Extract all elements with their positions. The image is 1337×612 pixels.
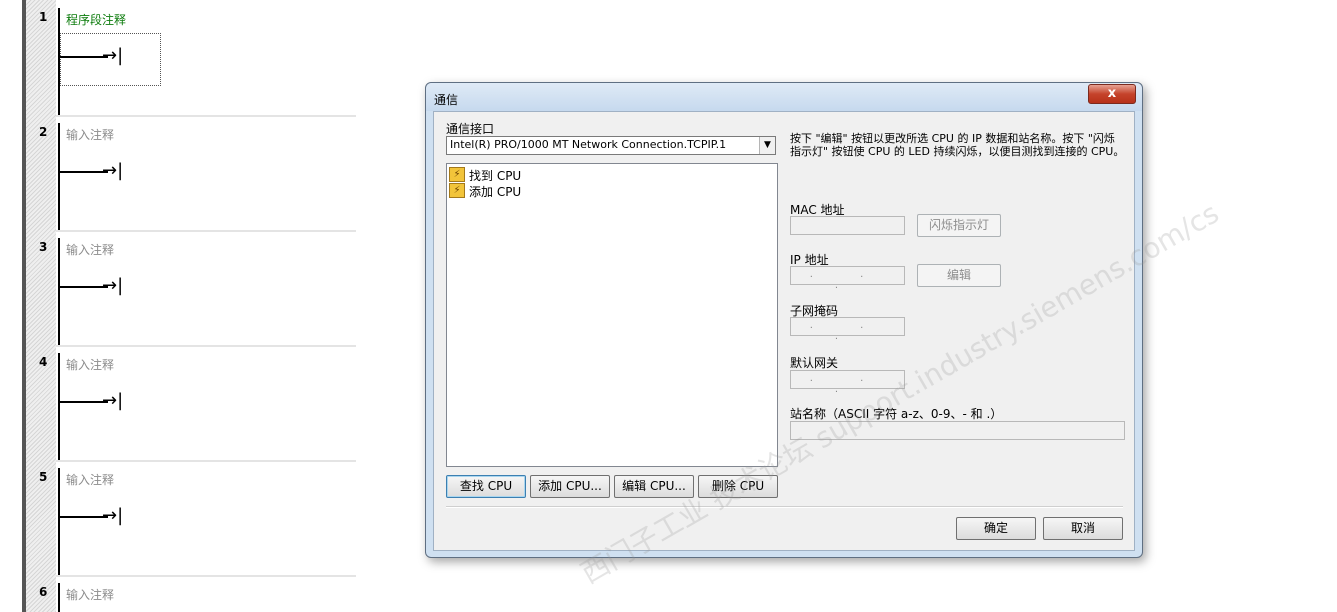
rung-end-arrow-icon: →| — [102, 45, 124, 66]
mac-address-field — [790, 216, 905, 235]
network-comment[interactable]: 输入注释 — [66, 241, 114, 258]
cpu-tree[interactable]: ⚡ 找到 CPU ⚡ 添加 CPU — [446, 163, 778, 467]
close-button[interactable]: x — [1088, 84, 1136, 104]
network-number: 6 — [39, 585, 48, 599]
default-gateway-label: 默认网关 — [790, 356, 839, 370]
chevron-down-icon[interactable]: ▼ — [759, 137, 775, 154]
power-rail — [58, 238, 60, 346]
network-separator — [56, 345, 356, 347]
rung-line — [60, 56, 108, 58]
network-1[interactable]: 1 程序段注释 →| — [26, 0, 326, 116]
communication-dialog: 通信 x 通信接口 Intel(R) PRO/1000 MT Network C… — [425, 82, 1224, 590]
rung-end-arrow-icon: →| — [102, 275, 124, 296]
interface-select[interactable]: Intel(R) PRO/1000 MT Network Connection.… — [446, 136, 776, 155]
subnet-mask-field: . . . — [790, 317, 905, 342]
network-comment[interactable]: 输入注释 — [66, 356, 114, 373]
cpu-lightning-icon: ⚡ — [449, 183, 465, 198]
power-rail — [58, 353, 60, 461]
network-separator — [56, 230, 356, 232]
rung-end-arrow-icon: →| — [102, 390, 124, 411]
power-rail — [58, 468, 60, 576]
power-rail — [58, 583, 60, 612]
dialog-title-bar[interactable]: 通信 x — [426, 83, 1142, 111]
ok-button[interactable]: 确定 — [956, 517, 1036, 540]
rung-line — [60, 286, 108, 288]
network-separator — [56, 575, 356, 577]
power-rail — [58, 123, 60, 231]
rung-end-arrow-icon: →| — [102, 160, 124, 181]
tree-item-label: 添加 CPU — [469, 185, 522, 199]
interface-label: 通信接口 — [446, 122, 495, 136]
dialog-client-area: 通信接口 Intel(R) PRO/1000 MT Network Connec… — [433, 111, 1224, 590]
dialog-separator — [446, 506, 1123, 508]
network-separator — [56, 460, 356, 462]
network-number: 1 — [39, 10, 48, 24]
network-number: 2 — [39, 125, 48, 139]
rung-end-arrow-icon: →| — [102, 505, 124, 526]
rung-line — [60, 401, 108, 403]
rung-line — [60, 516, 108, 518]
network-comment[interactable]: 输入注释 — [66, 126, 114, 143]
dialog-title: 通信 — [434, 93, 459, 107]
ip-address-field: . . . — [790, 266, 905, 291]
network-number: 5 — [39, 470, 48, 484]
ip-dots: . . . — [809, 320, 886, 342]
network-number: 3 — [39, 240, 48, 254]
network-5[interactable]: 5 输入注释 →| — [26, 460, 356, 576]
interface-value: Intel(R) PRO/1000 MT Network Connection.… — [450, 138, 727, 151]
network-3[interactable]: 3 输入注释 →| — [26, 230, 356, 346]
blink-led-button[interactable]: 闪烁指示灯 — [917, 214, 1001, 237]
network-comment[interactable]: 输入注释 — [66, 471, 114, 488]
rung-line — [60, 171, 108, 173]
edit-ip-button[interactable]: 编辑 — [917, 264, 1001, 287]
network-4[interactable]: 4 输入注释 →| — [26, 345, 356, 461]
network-separator — [56, 115, 356, 117]
dialog-description: 按下 "编辑" 按钮以更改所选 CPU 的 IP 数据和站名称。按下 "闪烁指示… — [790, 132, 1125, 158]
cancel-button[interactable]: 取消 — [1043, 517, 1123, 540]
network-6[interactable]: 6 输入注释 — [26, 575, 356, 612]
network-comment[interactable]: 程序段注释 — [66, 11, 126, 28]
tree-item-label: 找到 CPU — [469, 169, 522, 183]
network-2[interactable]: 2 输入注释 →| — [26, 115, 356, 231]
ip-dots: . . . — [809, 269, 886, 291]
network-comment[interactable]: 输入注释 — [66, 586, 114, 603]
network-number: 4 — [39, 355, 48, 369]
cpu-lightning-icon: ⚡ — [449, 167, 465, 182]
add-cpu-button[interactable]: 添加 CPU... — [530, 475, 610, 498]
find-cpu-button[interactable]: 查找 CPU — [446, 475, 526, 498]
